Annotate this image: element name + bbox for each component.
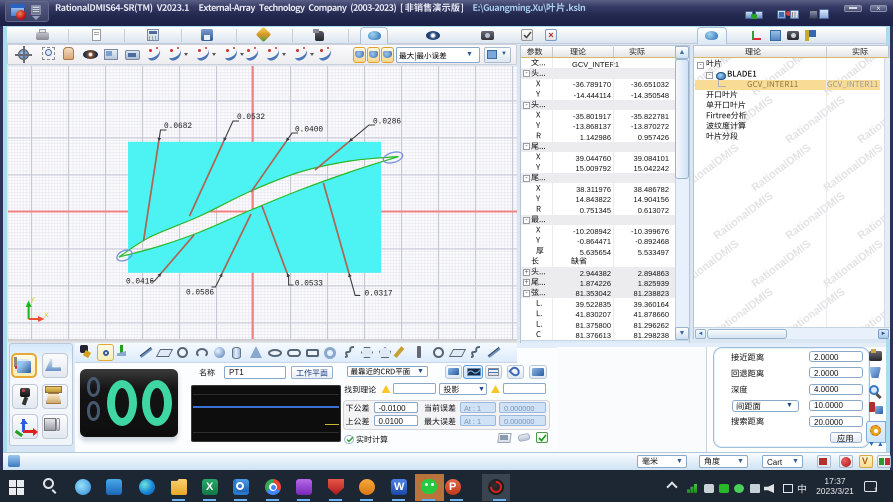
- svg-text:0.0533: 0.0533: [295, 280, 323, 288]
- svg-text:0.0586: 0.0586: [186, 289, 214, 297]
- svg-text:0.0286: 0.0286: [373, 119, 401, 127]
- svg-text:0.0532: 0.0532: [237, 114, 265, 122]
- svg-text:0.0317: 0.0317: [365, 290, 393, 298]
- svg-text:X: X: [44, 313, 49, 320]
- svg-text:0.0416: 0.0416: [126, 278, 154, 286]
- svg-text:Y: Y: [31, 297, 36, 304]
- svg-text:0.0682: 0.0682: [164, 123, 192, 131]
- svg-text:0.0400: 0.0400: [295, 126, 323, 134]
